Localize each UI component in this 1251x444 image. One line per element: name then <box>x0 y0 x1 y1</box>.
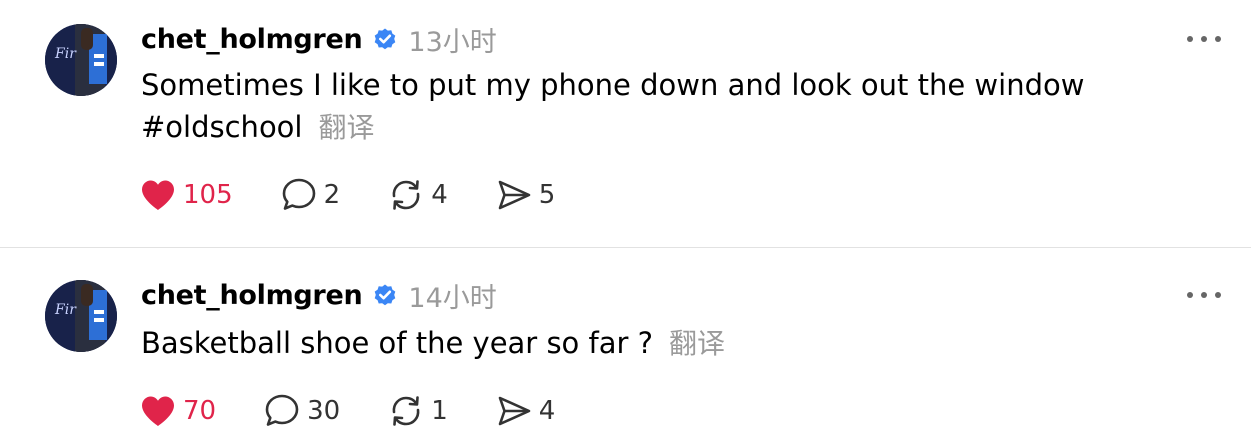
timestamp: 14小时 <box>408 282 497 314</box>
post-text: Sometimes I like to put my phone down an… <box>141 64 1201 149</box>
more-options-icon[interactable] <box>1184 285 1224 305</box>
avatar-image: Fir <box>45 24 117 96</box>
repost-arrows-icon <box>392 396 420 426</box>
post: Fir chet_holmgren 14小时 Basketball shoe o… <box>0 248 1251 444</box>
avatar[interactable]: Fir <box>45 280 117 352</box>
like-count: 70 <box>183 396 217 426</box>
verified-badge-icon <box>375 284 396 306</box>
reply-button[interactable]: 2 <box>281 177 341 213</box>
post-body: Basketball shoe of the year so far ? <box>141 326 654 360</box>
repost-button[interactable]: 4 <box>388 177 448 213</box>
send-arrow-icon <box>498 396 531 426</box>
repost-button[interactable]: 1 <box>388 393 448 429</box>
translate-link[interactable]: 翻译 <box>318 111 374 144</box>
svg-text:Fir: Fir <box>54 302 77 318</box>
post-header: chet_holmgren 14小时 <box>141 275 497 315</box>
like-button[interactable]: 105 <box>140 179 233 211</box>
speech-bubble-icon <box>282 178 315 210</box>
repost-arrows-icon <box>392 180 420 210</box>
share-button[interactable]: 4 <box>496 393 556 429</box>
like-button[interactable]: 70 <box>140 395 216 427</box>
share-button[interactable]: 5 <box>496 177 556 213</box>
like-count: 105 <box>183 180 233 210</box>
more-options-icon[interactable] <box>1184 29 1224 49</box>
heart-filled-icon <box>142 180 174 210</box>
send-arrow-icon <box>498 180 531 210</box>
timestamp: 13小时 <box>408 26 497 58</box>
username[interactable]: chet_holmgren <box>141 280 363 311</box>
post-text: Basketball shoe of the year so far ? 翻译 <box>141 322 1201 365</box>
username[interactable]: chet_holmgren <box>141 24 363 55</box>
speech-bubble-icon <box>265 394 299 426</box>
repost-count: 1 <box>431 396 448 426</box>
reply-count: 30 <box>307 396 341 426</box>
share-count: 4 <box>538 396 556 426</box>
heart-filled-icon <box>142 396 174 426</box>
post: Fir chet_holmgren 13小时 Sometimes I like … <box>0 0 1251 247</box>
share-count: 5 <box>538 180 556 210</box>
svg-text:Fir: Fir <box>54 46 77 62</box>
action-bar: 70 30 1 4 <box>140 391 555 431</box>
repost-count: 4 <box>431 180 448 210</box>
action-bar: 105 2 4 5 <box>140 175 555 215</box>
post-header: chet_holmgren 13小时 <box>141 19 497 59</box>
avatar[interactable]: Fir <box>45 24 117 96</box>
translate-link[interactable]: 翻译 <box>669 327 725 360</box>
reply-button[interactable]: 30 <box>264 393 340 429</box>
post-body: Sometimes I like to put my phone down an… <box>141 68 1085 144</box>
reply-count: 2 <box>323 180 341 210</box>
avatar-image: Fir <box>45 280 117 352</box>
verified-badge-icon <box>375 28 396 50</box>
